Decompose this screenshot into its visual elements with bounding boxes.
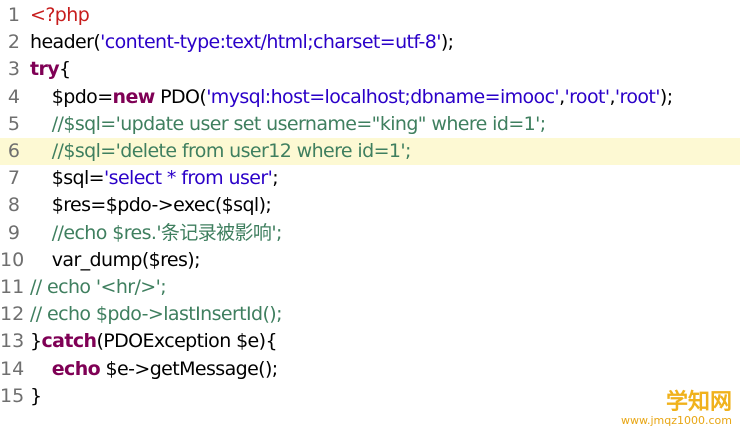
watermark-logo: 学知网 www.jmqz1000.com — [621, 391, 732, 427]
line-number: 5 — [7, 112, 20, 135]
line-number: 10 — [0, 248, 25, 271]
code-text[interactable]: } — [30, 383, 42, 410]
code-line[interactable]: 3 try{ — [0, 56, 740, 83]
code-line[interactable]: 4 $pdo=new PDO('mysql:host=localhost;dbn… — [0, 84, 740, 111]
code-token-kw: new — [112, 85, 156, 108]
code-token-kw: echo — [51, 357, 101, 380]
code-text[interactable]: try{ — [30, 56, 71, 83]
code-token-kw: catch — [41, 330, 98, 353]
code-text[interactable]: //$sql='update user set username="king" … — [30, 111, 546, 138]
code-token-str: 'select * from user' — [104, 167, 273, 190]
code-token-fn: $e->getMessage(); — [100, 357, 279, 380]
line-number: 11 — [0, 276, 25, 298]
code-text[interactable]: //echo $res.'条记录被影响'; — [30, 220, 283, 247]
code-token-var: $pdo= — [30, 85, 113, 108]
line-number: 2 — [7, 31, 20, 54]
code-line[interactable]: 8 $res=$pdo->exec($sql); — [0, 192, 740, 219]
code-line[interactable]: 5 //$sql='update user set username="king… — [0, 111, 740, 138]
code-text[interactable]: // echo $pdo->lastInsertId(); — [30, 301, 283, 328]
code-token-var: $res=$pdo->exec($sql); — [30, 194, 272, 217]
code-token-fn: ); — [440, 31, 454, 54]
code-line[interactable]: 9 //echo $res.'条记录被影响'; — [0, 220, 740, 247]
line-number: 1 — [7, 4, 20, 26]
code-line[interactable]: 13}catch(PDOException $e){ — [0, 328, 740, 355]
code-token-fn: var_dump($res); — [30, 248, 201, 271]
code-token-str: 'root' — [564, 85, 611, 108]
code-text[interactable]: echo $e->getMessage(); — [30, 356, 278, 383]
code-text[interactable]: <?php — [30, 2, 90, 29]
code-text[interactable]: $pdo=new PDO('mysql:host=localhost;dbnam… — [30, 84, 673, 111]
code-text[interactable]: var_dump($res); — [30, 247, 201, 274]
code-line[interactable]: 6 //$sql='delete from user12 where id=1'… — [0, 138, 740, 165]
code-line[interactable]: 1 <?php — [0, 2, 740, 29]
code-line[interactable]: 10 var_dump($res); — [0, 247, 740, 274]
watermark-url: www.jmqz1000.com — [621, 414, 732, 427]
code-token-cm: // echo '<hr/>'; — [30, 276, 167, 298]
code-text[interactable]: //$sql='delete from user12 where id=1'; — [30, 138, 412, 165]
code-token-fn: (PDOException $e){ — [96, 330, 277, 353]
code-text[interactable]: $sql='select * from user'; — [30, 165, 279, 192]
code-text[interactable]: header('content-type:text/html;charset=u… — [30, 29, 454, 56]
code-token-fn: { — [59, 58, 71, 81]
code-line[interactable]: 12// echo $pdo->lastInsertId(); — [0, 301, 740, 328]
code-line[interactable]: 2 header('content-type:text/html;charset=… — [0, 29, 740, 56]
code-line[interactable]: 14 echo $e->getMessage(); — [0, 356, 740, 383]
line-number: 12 — [0, 303, 25, 326]
code-line[interactable]: 7 $sql='select * from user'; — [0, 165, 740, 192]
code-token-var: $sql= — [30, 167, 105, 190]
code-token-kw: try — [30, 58, 60, 81]
line-number: 6 — [7, 140, 20, 162]
line-number: 7 — [7, 167, 20, 190]
code-token-fn: header( — [30, 31, 101, 54]
line-number: 9 — [7, 221, 20, 244]
line-number: 3 — [7, 58, 20, 81]
line-number: 4 — [7, 85, 20, 108]
code-token-fn: PDO( — [154, 85, 207, 108]
code-token-fn — [30, 358, 52, 380]
code-token-str: 'mysql:host=localhost;dbname=imooc' — [206, 85, 560, 108]
code-editor[interactable]: 1 <?php 2 header('content-type:text/html;ch… — [0, 0, 740, 431]
code-token-fn: } — [30, 384, 42, 407]
line-number: 14 — [0, 357, 25, 380]
code-token-str: 'root' — [614, 85, 661, 108]
code-text[interactable]: }catch(PDOException $e){ — [30, 328, 278, 355]
code-token-str: 'content-type:text/html;charset=utf-8' — [100, 31, 441, 54]
code-text[interactable]: $res=$pdo->exec($sql); — [30, 192, 272, 219]
code-token-cm: //$sql='delete from user12 where id=1'; — [30, 140, 412, 162]
line-number: 15 — [0, 384, 25, 407]
code-token-cm: //echo $res.'条记录被影响'; — [30, 221, 283, 244]
watermark-title: 学知网 — [665, 390, 732, 415]
code-token-fn: ); — [659, 85, 673, 108]
code-token-tag: <?php — [30, 4, 90, 26]
code-text[interactable]: // echo '<hr/>'; — [30, 274, 167, 301]
code-token-fn: } — [30, 330, 42, 353]
line-number: 13 — [0, 330, 25, 353]
code-token-fn: ; — [272, 167, 279, 190]
code-token-cm: //$sql='update user set username="king" … — [30, 112, 546, 135]
code-line[interactable]: 11// echo '<hr/>'; — [0, 274, 740, 301]
line-number: 8 — [7, 194, 20, 217]
code-token-cm: // echo $pdo->lastInsertId(); — [30, 303, 283, 326]
